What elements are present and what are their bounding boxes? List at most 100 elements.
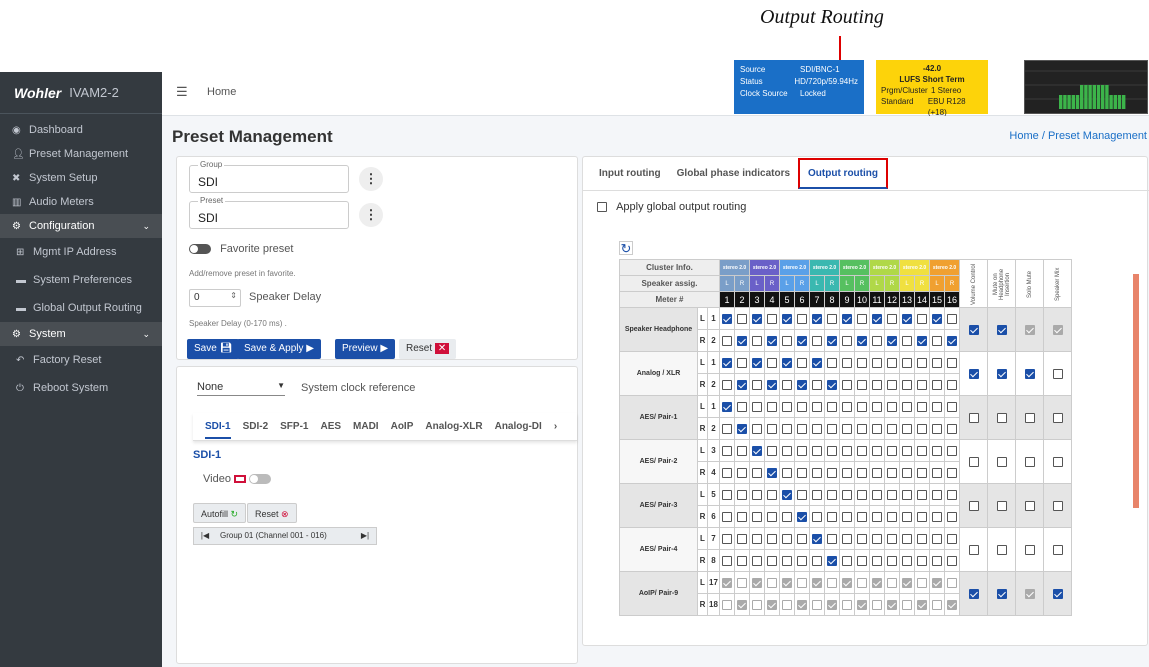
route-checkbox[interactable]	[767, 335, 777, 346]
sidebar-item-dashboard[interactable]: ◉ Dashboard	[0, 118, 162, 142]
route-checkbox[interactable]	[767, 511, 777, 522]
route-checkbox[interactable]	[827, 533, 837, 544]
route-checkbox[interactable]	[812, 555, 822, 566]
left-reset-button[interactable]: Reset ⊗	[247, 503, 297, 523]
route-checkbox[interactable]	[917, 489, 927, 500]
tab-analog-xlr[interactable]: Analog-XLR	[425, 421, 482, 432]
tab-sdi-2[interactable]: SDI-2	[243, 421, 269, 432]
route-checkbox[interactable]	[857, 401, 867, 412]
route-checkbox[interactable]	[737, 379, 747, 390]
route-checkbox[interactable]	[827, 489, 837, 500]
route-checkbox[interactable]	[872, 423, 882, 434]
preset-field[interactable]: Preset SDI	[189, 196, 349, 229]
option-checkbox[interactable]	[1052, 456, 1063, 467]
route-checkbox[interactable]	[932, 357, 942, 368]
route-checkbox[interactable]	[932, 401, 942, 412]
route-checkbox[interactable]	[737, 467, 747, 478]
tab-sdi-1[interactable]: SDI-1	[205, 421, 231, 439]
sidebar-item-global-output-routing[interactable]: ▬ Global Output Routing	[0, 294, 162, 322]
route-checkbox[interactable]	[857, 511, 867, 522]
route-checkbox[interactable]	[947, 313, 957, 324]
route-checkbox[interactable]	[722, 335, 732, 346]
route-checkbox[interactable]	[782, 533, 792, 544]
route-checkbox[interactable]	[872, 555, 882, 566]
route-checkbox[interactable]	[947, 489, 957, 500]
route-checkbox[interactable]	[827, 423, 837, 434]
route-checkbox[interactable]	[737, 313, 747, 324]
route-checkbox[interactable]	[932, 511, 942, 522]
route-checkbox[interactable]	[857, 533, 867, 544]
route-checkbox[interactable]	[797, 401, 807, 412]
apply-global-checkbox[interactable]	[597, 202, 607, 213]
route-checkbox[interactable]	[827, 313, 837, 324]
refresh-routing-icon[interactable]: ↻	[619, 241, 633, 256]
route-checkbox[interactable]	[857, 489, 867, 500]
route-checkbox[interactable]	[947, 445, 957, 456]
option-checkbox[interactable]	[1052, 412, 1063, 423]
tab-sfp-1[interactable]: SFP-1	[280, 421, 308, 432]
route-checkbox[interactable]	[902, 423, 912, 434]
route-checkbox[interactable]	[947, 533, 957, 544]
audio-meter-thumbnail[interactable]	[1024, 60, 1148, 114]
route-checkbox[interactable]	[827, 445, 837, 456]
route-checkbox[interactable]	[797, 533, 807, 544]
route-checkbox[interactable]	[932, 489, 942, 500]
option-checkbox[interactable]	[1024, 544, 1035, 555]
route-checkbox[interactable]	[782, 467, 792, 478]
route-checkbox[interactable]	[842, 555, 852, 566]
tab-input-routing[interactable]: Input routing	[599, 168, 661, 179]
route-checkbox[interactable]	[917, 401, 927, 412]
route-checkbox[interactable]	[947, 335, 957, 346]
sidebar-item-audio-meters[interactable]: ▥ Audio Meters	[0, 190, 162, 214]
group-menu-icon[interactable]: ⋮	[359, 167, 383, 191]
route-checkbox[interactable]	[812, 423, 822, 434]
route-checkbox[interactable]	[887, 313, 897, 324]
route-checkbox[interactable]	[857, 335, 867, 346]
route-checkbox[interactable]	[812, 445, 822, 456]
option-checkbox[interactable]	[996, 500, 1007, 511]
reset-button[interactable]: Reset ✕	[399, 339, 457, 359]
route-checkbox[interactable]	[812, 357, 822, 368]
route-checkbox[interactable]	[752, 533, 762, 544]
preview-button[interactable]: Preview ▶	[335, 339, 396, 359]
route-checkbox[interactable]	[812, 401, 822, 412]
route-checkbox[interactable]	[797, 423, 807, 434]
route-checkbox[interactable]	[887, 445, 897, 456]
route-checkbox[interactable]	[872, 313, 882, 324]
route-checkbox[interactable]	[887, 489, 897, 500]
route-checkbox[interactable]	[887, 511, 897, 522]
route-checkbox[interactable]	[827, 555, 837, 566]
route-checkbox[interactable]	[752, 555, 762, 566]
route-checkbox[interactable]	[887, 555, 897, 566]
route-checkbox[interactable]	[722, 511, 732, 522]
route-checkbox[interactable]	[827, 335, 837, 346]
option-checkbox[interactable]	[968, 456, 979, 467]
route-checkbox[interactable]	[752, 335, 762, 346]
option-checkbox[interactable]	[996, 588, 1007, 599]
route-checkbox[interactable]	[872, 467, 882, 478]
option-checkbox[interactable]	[1052, 368, 1063, 379]
route-checkbox[interactable]	[932, 379, 942, 390]
route-checkbox[interactable]	[932, 533, 942, 544]
route-checkbox[interactable]	[887, 467, 897, 478]
brand[interactable]: Wohler IVAM2-2	[0, 72, 162, 114]
route-checkbox[interactable]	[737, 445, 747, 456]
route-checkbox[interactable]	[872, 533, 882, 544]
route-checkbox[interactable]	[797, 555, 807, 566]
route-checkbox[interactable]	[857, 467, 867, 478]
route-checkbox[interactable]	[767, 445, 777, 456]
route-checkbox[interactable]	[722, 313, 732, 324]
sidebar-item-system-setup[interactable]: ✖ System Setup	[0, 166, 162, 190]
option-checkbox[interactable]	[968, 544, 979, 555]
route-checkbox[interactable]	[722, 423, 732, 434]
sidebar-item-mgmt-ip-address[interactable]: ⊞ Mgmt IP Address	[0, 238, 162, 266]
route-checkbox[interactable]	[737, 511, 747, 522]
route-checkbox[interactable]	[842, 489, 852, 500]
route-checkbox[interactable]	[797, 467, 807, 478]
route-checkbox[interactable]	[767, 467, 777, 478]
route-checkbox[interactable]	[917, 335, 927, 346]
menu-icon[interactable]: ☰	[176, 84, 188, 100]
route-checkbox[interactable]	[857, 423, 867, 434]
route-checkbox[interactable]	[857, 555, 867, 566]
sidebar-item-system[interactable]: ⚙ System ⌄	[0, 322, 162, 346]
